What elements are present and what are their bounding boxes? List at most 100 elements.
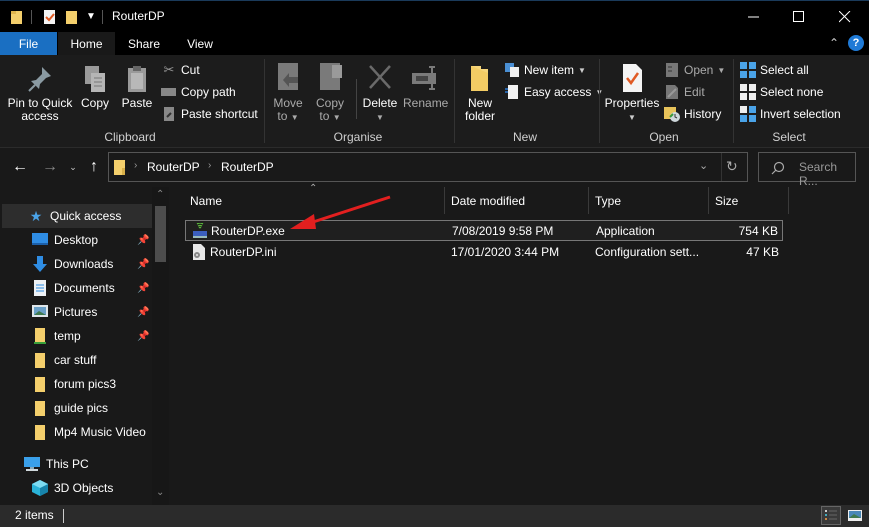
column-divider[interactable] — [708, 187, 709, 214]
sidebar-item-3d-objects[interactable]: 3D Objects — [0, 476, 152, 500]
sidebar-scrollbar[interactable]: ⌃ ⌄ — [152, 187, 169, 505]
history-button[interactable]: History — [664, 105, 721, 123]
cut-label: Cut — [181, 63, 200, 77]
file-list: ⌃ Name Date modified Type Size RouterDP.… — [172, 183, 869, 505]
sidebar-item-label: Quick access — [50, 209, 122, 223]
paste-shortcut-button[interactable]: Paste shortcut — [161, 105, 258, 123]
breadcrumb-item[interactable]: RouterDP — [147, 160, 200, 174]
move-to-button[interactable]: Move to ▼ — [270, 63, 306, 124]
forward-button[interactable]: → — [40, 157, 60, 177]
sidebar-item-forum-pics3[interactable]: forum pics3 — [0, 372, 152, 396]
edit-icon — [666, 85, 678, 99]
recent-locations-button[interactable]: ⌄ — [63, 157, 83, 177]
item-count: 2 items — [15, 508, 54, 522]
pin-icon[interactable]: 📌 — [137, 235, 149, 246]
sidebar-item-desktop[interactable]: Desktop 📌 — [0, 228, 152, 252]
invert-selection-label: Invert selection — [760, 107, 841, 121]
minimize-ribbon-button[interactable]: ⌃ — [829, 36, 839, 50]
pin-icon[interactable]: 📌 — [137, 331, 149, 342]
delete-button[interactable]: Delete ▼ — [362, 63, 398, 124]
help-icon[interactable]: ? — [848, 35, 864, 51]
search-box[interactable]: Search R... — [758, 152, 856, 188]
scrollbar-thumb[interactable] — [155, 206, 166, 262]
title-bar: ▼ RouterDP — [0, 0, 869, 32]
tab-share[interactable]: Share — [118, 32, 170, 55]
sidebar-item-temp[interactable]: temp 📌 — [0, 324, 152, 348]
details-view-button[interactable] — [821, 506, 841, 525]
properties-icon[interactable] — [43, 9, 57, 28]
open-button[interactable]: Open ▼ — [664, 61, 725, 79]
tab-file[interactable]: File — [0, 32, 57, 55]
divider — [264, 59, 265, 143]
new-folder-icon[interactable] — [65, 9, 79, 28]
rename-label: Rename — [403, 96, 449, 110]
divider — [454, 59, 455, 143]
minimize-button[interactable] — [731, 1, 777, 32]
pin-icon[interactable]: 📌 — [137, 307, 149, 318]
sidebar-item-pictures[interactable]: Pictures 📌 — [0, 300, 152, 324]
copy-button[interactable]: Copy — [78, 65, 112, 110]
sidebar-item-downloads[interactable]: Downloads 📌 — [0, 252, 152, 276]
new-folder-label-1: New — [467, 96, 492, 110]
sidebar-item-documents[interactable]: Documents 📌 — [0, 276, 152, 300]
new-folder-button[interactable]: New folder — [460, 63, 500, 123]
breadcrumb-separator-icon: › — [134, 160, 138, 171]
large-icons-view-button[interactable] — [846, 507, 864, 524]
pin-to-quick-access-button[interactable]: Pin to Quick access — [6, 65, 74, 123]
scroll-up-icon[interactable]: ⌃ — [156, 189, 164, 200]
column-divider[interactable] — [444, 187, 445, 214]
up-button[interactable]: ↑ — [84, 157, 104, 177]
copy-icon — [85, 66, 105, 92]
cut-button[interactable]: ✂ Cut — [161, 61, 200, 79]
pin-icon[interactable]: 📌 — [137, 259, 149, 270]
pin-icon[interactable]: 📌 — [137, 283, 149, 294]
file-name: RouterDP.ini — [210, 245, 277, 259]
navigation-pane: ★ Quick access Desktop 📌 Downloads 📌 Doc… — [0, 187, 170, 505]
paste-button[interactable]: Paste — [120, 65, 154, 110]
open-icon — [666, 63, 678, 77]
delete-label: Delete — [362, 96, 398, 110]
back-button[interactable]: ← — [10, 157, 30, 177]
copy-to-button[interactable]: Copy to ▼ — [312, 63, 348, 124]
downloads-icon — [33, 256, 47, 272]
rename-button[interactable]: Rename — [403, 63, 449, 110]
history-label: History — [684, 107, 722, 121]
sidebar-item-mp4-music-video[interactable]: Mp4 Music Video — [0, 420, 152, 444]
maximize-button[interactable] — [776, 1, 822, 32]
address-bar[interactable]: › RouterDP › RouterDP ⌄ ↻ — [108, 152, 748, 182]
sidebar-item-guide-pics[interactable]: guide pics — [0, 396, 152, 420]
sidebar-item-quick-access[interactable]: ★ Quick access — [2, 204, 152, 228]
properties-button[interactable]: Properties ▼ — [604, 63, 660, 124]
sidebar-item-this-pc[interactable]: This PC — [0, 452, 152, 476]
sidebar-item-car-stuff[interactable]: car stuff — [0, 348, 152, 372]
customize-toolbar-icon[interactable]: ▼ — [86, 11, 96, 22]
column-divider[interactable] — [588, 187, 589, 214]
tab-home[interactable]: Home — [58, 32, 115, 55]
address-dropdown-icon[interactable]: ⌄ — [699, 159, 708, 172]
select-all-button[interactable]: Select all — [740, 61, 809, 79]
sidebar-item-label: This PC — [46, 457, 89, 471]
edit-button[interactable]: Edit — [664, 83, 705, 101]
easy-access-button[interactable]: Easy access ▼ — [504, 83, 603, 101]
refresh-icon[interactable]: ↻ — [726, 158, 738, 175]
breadcrumb-item[interactable]: RouterDP — [221, 160, 274, 174]
move-to-label-2: to — [277, 109, 288, 123]
invert-selection-icon — [740, 106, 756, 122]
column-header-date-modified[interactable]: Date modified — [451, 187, 525, 214]
select-none-button[interactable]: Select none — [740, 83, 823, 101]
scissors-icon: ✂ — [163, 62, 175, 77]
tab-view[interactable]: View — [176, 32, 224, 55]
column-header-size[interactable]: Size — [715, 187, 738, 214]
folder-icon — [35, 425, 45, 440]
copy-path-button[interactable]: Copy path — [161, 83, 236, 101]
column-header-type[interactable]: Type — [595, 187, 621, 214]
properties-label: Properties — [604, 96, 660, 110]
scroll-down-icon[interactable]: ⌄ — [156, 487, 164, 498]
close-button[interactable] — [822, 1, 868, 32]
details-view-icon — [825, 510, 837, 520]
column-divider[interactable] — [788, 187, 789, 214]
paste-label: Paste — [121, 96, 153, 110]
search-input[interactable]: Search R... — [799, 160, 855, 188]
new-item-button[interactable]: New item ▼ — [504, 61, 586, 79]
invert-selection-button[interactable]: Invert selection — [740, 105, 841, 123]
